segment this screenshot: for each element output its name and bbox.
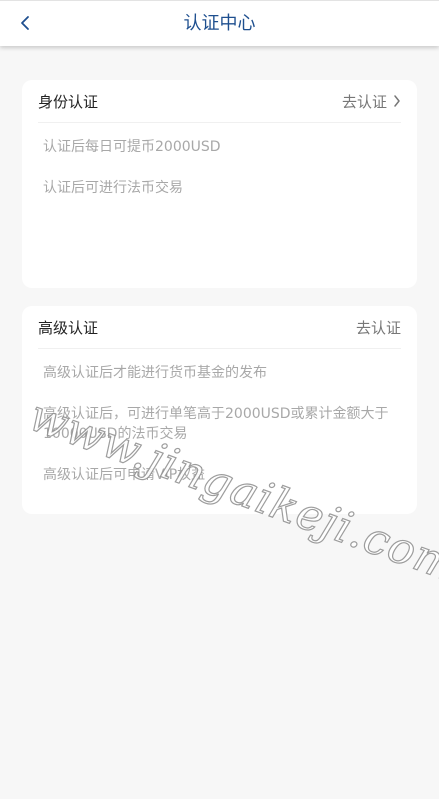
identity-benefit-list: 认证后每日可提币2000USD 认证后可进行法币交易 [38,123,401,198]
list-item: 认证后每日可提币2000USD [43,139,221,155]
identity-verification-card: 身份认证 去认证 认证后每日可提币2000USD 认证后可进行法币交易 [22,80,417,288]
identity-verify-button[interactable]: 去认证 [342,91,401,112]
top-nav-bar: 认证中心 [0,0,439,46]
page-title: 认证中心 [183,13,256,34]
identity-verify-label: 去认证 [341,92,387,111]
list-item: 高级认证后可申请VIP权益 [43,467,206,483]
list-item: 高级认证后，可进行单笔高于2000USD或累计金额大于10000USD的法币交易 [43,406,389,442]
chevron-right-icon [393,94,401,108]
list-item: 高级认证后才能进行货币基金的发布 [43,365,267,381]
list-item: 认证后可进行法币交易 [43,180,183,196]
advanced-benefit-list: 高级认证后才能进行货币基金的发布 高级认证后，可进行单笔高于2000USD或累计… [38,349,401,485]
advanced-verification-card: 高级认证 去认证 高级认证后才能进行货币基金的发布 高级认证后，可进行单笔高于2… [22,306,417,514]
advanced-card-header: 高级认证 去认证 [38,306,401,349]
advanced-verify-button[interactable]: 去认证 [356,317,401,338]
advanced-verify-label: 去认证 [355,318,401,337]
identity-card-header: 身份认证 去认证 [38,80,401,123]
certification-page: 认证中心 身份认证 去认证 认证后每日可提币2000USD 认证后可进行法币交易… [0,0,439,799]
advanced-card-title: 高级认证 [38,318,99,337]
identity-card-title: 身份认证 [38,92,99,111]
